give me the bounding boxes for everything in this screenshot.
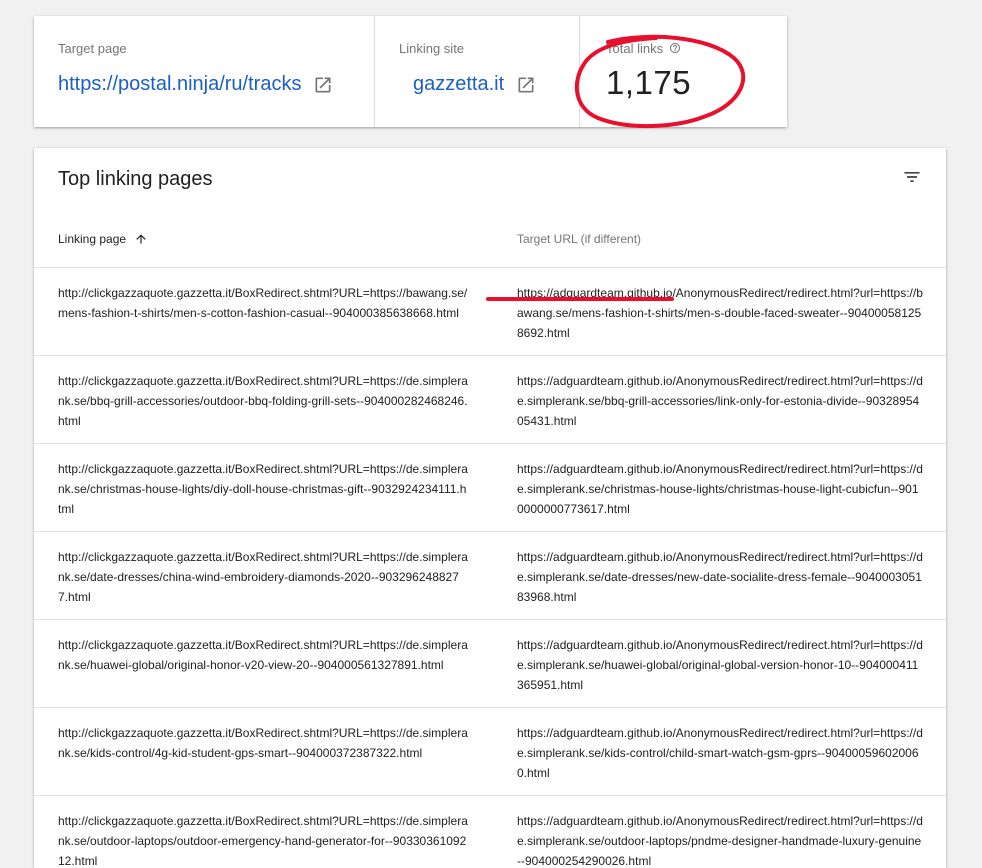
linking-page-cell[interactable]: http://clickgazzaquote.gazzetta.it/BoxRe… xyxy=(58,459,468,519)
total-links-cell: Total links 1,175 xyxy=(580,16,787,127)
table-row[interactable]: http://clickgazzaquote.gazzetta.it/BoxRe… xyxy=(34,355,946,443)
linking-site-link[interactable]: gazzetta.it xyxy=(413,73,536,96)
target-page-url[interactable]: https://postal.ninja/ru/tracks xyxy=(58,73,301,96)
table-row[interactable]: http://clickgazzaquote.gazzetta.it/BoxRe… xyxy=(34,619,946,707)
table-row[interactable]: http://clickgazzaquote.gazzetta.it/BoxRe… xyxy=(34,707,946,795)
target-url-cell[interactable]: https://adguardteam.github.io/AnonymousR… xyxy=(517,283,923,343)
arrow-up-icon[interactable] xyxy=(134,232,148,246)
help-circle-icon[interactable] xyxy=(669,42,681,54)
column-header-linking-page[interactable]: Linking page xyxy=(58,232,148,246)
target-url-cell[interactable]: https://adguardteam.github.io/AnonymousR… xyxy=(517,811,923,868)
target-page-link[interactable]: https://postal.ninja/ru/tracks xyxy=(58,73,333,96)
target-url-cell[interactable]: https://adguardteam.github.io/AnonymousR… xyxy=(517,723,923,783)
linking-site-cell: Linking site gazzetta.it xyxy=(375,16,580,127)
linking-page-cell[interactable]: http://clickgazzaquote.gazzetta.it/BoxRe… xyxy=(58,811,468,868)
linking-page-cell[interactable]: http://clickgazzaquote.gazzetta.it/BoxRe… xyxy=(58,547,468,607)
summary-card: Target page https://postal.ninja/ru/trac… xyxy=(34,16,787,127)
target-url-cell[interactable]: https://adguardteam.github.io/AnonymousR… xyxy=(517,547,923,607)
target-url-cell[interactable]: https://adguardteam.github.io/AnonymousR… xyxy=(517,459,923,519)
table-row[interactable]: http://clickgazzaquote.gazzetta.it/BoxRe… xyxy=(34,531,946,619)
open-in-new-icon[interactable] xyxy=(516,75,536,95)
table-row[interactable]: http://clickgazzaquote.gazzetta.it/BoxRe… xyxy=(34,795,946,868)
table-row[interactable]: http://clickgazzaquote.gazzetta.it/BoxRe… xyxy=(34,443,946,531)
column-header-target-url-label: Target URL (if different) xyxy=(517,232,642,246)
linking-site-label: Linking site xyxy=(399,41,465,56)
card-title: Top linking pages xyxy=(58,168,213,190)
total-links-value: 1,175 xyxy=(606,64,692,101)
column-header-linking-page-label[interactable]: Linking page xyxy=(58,232,126,246)
top-linking-pages-card: Top linking pages Linking page Target UR… xyxy=(34,148,946,868)
target-url-cell[interactable]: https://adguardteam.github.io/AnonymousR… xyxy=(517,371,923,431)
filter-list-icon[interactable] xyxy=(902,167,922,187)
linking-page-cell[interactable]: http://clickgazzaquote.gazzetta.it/BoxRe… xyxy=(58,283,468,323)
open-in-new-icon[interactable] xyxy=(313,75,333,95)
total-links-label-text: Total links xyxy=(606,41,664,56)
target-page-label: Target page xyxy=(58,41,127,56)
table-body: http://clickgazzaquote.gazzetta.it/BoxRe… xyxy=(34,267,946,868)
target-url-cell[interactable]: https://adguardteam.github.io/AnonymousR… xyxy=(517,635,923,695)
target-page-cell: Target page https://postal.ninja/ru/trac… xyxy=(34,16,375,127)
total-links-label: Total links xyxy=(606,41,681,56)
linking-page-cell[interactable]: http://clickgazzaquote.gazzetta.it/BoxRe… xyxy=(58,635,468,675)
linking-page-cell[interactable]: http://clickgazzaquote.gazzetta.it/BoxRe… xyxy=(58,371,468,431)
table-row[interactable]: http://clickgazzaquote.gazzetta.it/BoxRe… xyxy=(34,267,946,355)
column-header-target-url: Target URL (if different) xyxy=(517,232,641,246)
linking-site-name[interactable]: gazzetta.it xyxy=(413,73,504,96)
linking-page-cell[interactable]: http://clickgazzaquote.gazzetta.it/BoxRe… xyxy=(58,723,468,763)
